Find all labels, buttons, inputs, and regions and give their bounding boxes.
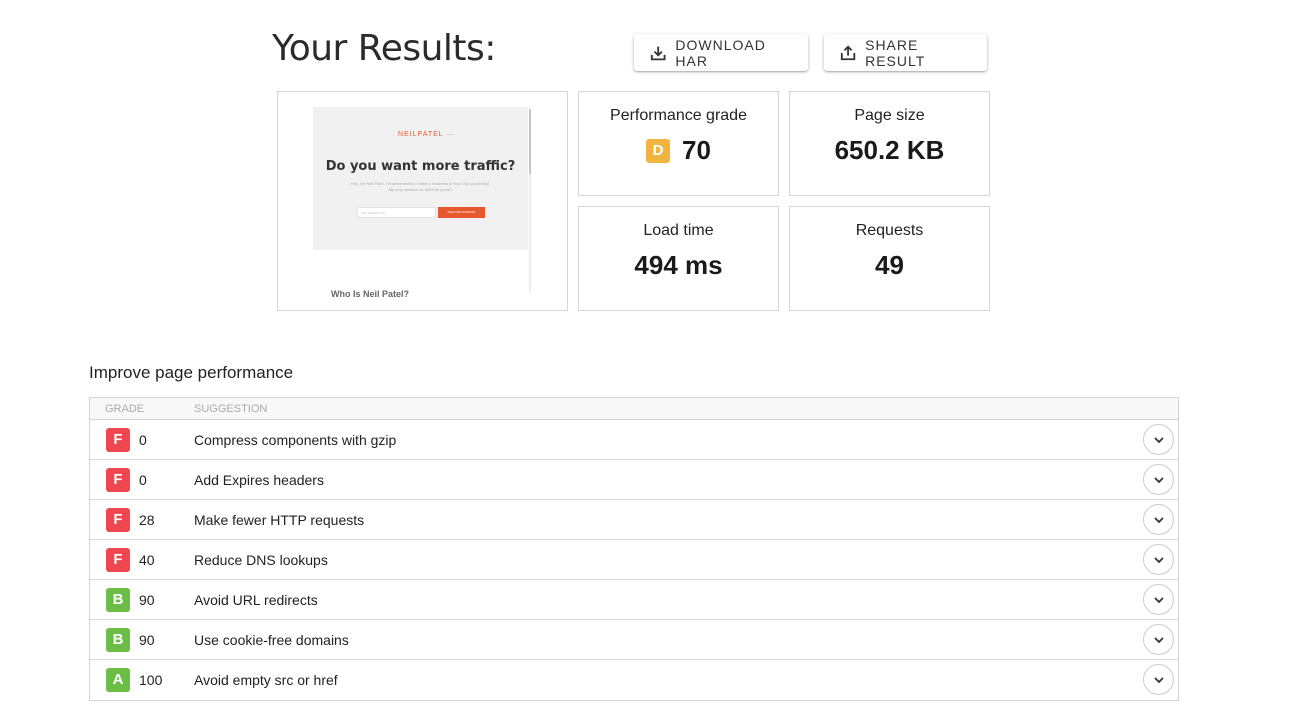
table-header: GRADE SUGGESTION bbox=[90, 398, 1178, 420]
chevron-down-icon bbox=[1153, 596, 1164, 603]
grade-badge: F bbox=[106, 548, 130, 572]
performance-grade-badge: D bbox=[646, 138, 671, 163]
screenshot-headline: Do you want more traffic? bbox=[325, 159, 516, 174]
chevron-down-icon bbox=[1153, 476, 1164, 483]
performance-grade-value: 70 bbox=[682, 135, 711, 165]
expand-row-button[interactable] bbox=[1143, 544, 1174, 575]
grade-score: 100 bbox=[139, 672, 163, 688]
grade-badge: F bbox=[106, 468, 130, 492]
suggestion-text: Make fewer HTTP requests bbox=[194, 512, 365, 528]
section-title: Improve page performance bbox=[89, 363, 294, 382]
grade-badge: B bbox=[106, 628, 130, 652]
load-time-card: Load time 494 ms bbox=[578, 206, 779, 311]
performance-grade-label: Performance grade bbox=[610, 107, 747, 124]
suggestion-column-header: SUGGESTION bbox=[194, 403, 268, 415]
suggestion-text: Compress components with gzip bbox=[194, 432, 397, 448]
grade-score: 0 bbox=[139, 432, 147, 448]
suggestion-text: Add Expires headers bbox=[194, 472, 324, 488]
grade-badge: B bbox=[106, 588, 130, 612]
load-time-value: 494 ms bbox=[634, 250, 723, 280]
expand-row-button[interactable] bbox=[1143, 464, 1174, 495]
suggestion-text: Reduce DNS lookups bbox=[194, 552, 328, 568]
page-size-value: 650.2 KB bbox=[834, 135, 945, 165]
chevron-down-icon bbox=[1153, 436, 1164, 443]
page-screenshot-thumbnail: NEILPATEL — Do you want more traffic? Hey… bbox=[277, 91, 568, 311]
grade-column-header: GRADE bbox=[105, 403, 145, 415]
suggestion-text: Avoid URL redirects bbox=[194, 592, 318, 608]
requests-card: Requests 49 bbox=[789, 206, 990, 311]
suggestions-table: GRADE SUGGESTION F 0 Compress components w… bbox=[89, 397, 1179, 701]
performance-grade-card: Performance grade D 70 bbox=[578, 91, 779, 196]
requests-value: 49 bbox=[875, 250, 904, 280]
screenshot-subtext: Hey, I'm Neil Patel. I'm determined to m… bbox=[351, 181, 490, 192]
table-row[interactable]: F 0 Compress components with gzip bbox=[90, 420, 1178, 460]
chevron-down-icon bbox=[1153, 516, 1164, 523]
screenshot-cta: ANALYZE WEBSITE bbox=[438, 207, 485, 218]
grade-badge: F bbox=[106, 428, 130, 452]
expand-row-button[interactable] bbox=[1143, 424, 1174, 455]
table-row[interactable]: F 0 Add Expires headers bbox=[90, 460, 1178, 500]
page-size-card: Page size 650.2 KB bbox=[789, 91, 990, 196]
table-row[interactable]: B 90 Avoid URL redirects bbox=[90, 580, 1178, 620]
expand-row-button[interactable] bbox=[1143, 664, 1174, 695]
expand-row-button[interactable] bbox=[1143, 584, 1174, 615]
requests-label: Requests bbox=[855, 222, 924, 239]
chevron-down-icon bbox=[1153, 636, 1164, 643]
load-time-label: Load time bbox=[643, 222, 714, 239]
chevron-down-icon bbox=[1153, 556, 1164, 563]
screenshot-scrollbar-thumb bbox=[529, 109, 531, 174]
grade-score: 90 bbox=[139, 592, 155, 608]
grade-score: 90 bbox=[139, 632, 155, 648]
grade-badge: F bbox=[106, 508, 130, 532]
grade-score: 28 bbox=[139, 512, 155, 528]
expand-row-button[interactable] bbox=[1143, 504, 1174, 535]
screenshot-scrollbar-track bbox=[529, 174, 531, 294]
download-har-button[interactable]: DOWNLOAD HAR bbox=[634, 34, 808, 71]
share-icon bbox=[840, 44, 856, 60]
suggestion-text: Avoid empty src or href bbox=[194, 672, 338, 688]
grade-badge: A bbox=[106, 668, 130, 692]
screenshot-url-input: Your Website URL bbox=[357, 207, 436, 218]
screenshot-logo: NEILPATEL — bbox=[398, 131, 455, 138]
download-icon bbox=[650, 46, 666, 60]
grade-score: 40 bbox=[139, 552, 155, 568]
page-size-label: Page size bbox=[854, 107, 925, 124]
screenshot-hero: NEILPATEL — Do you want more traffic? Hey… bbox=[313, 107, 528, 250]
share-result-button[interactable]: SHARE RESULT bbox=[824, 34, 987, 71]
table-row[interactable]: F 28 Make fewer HTTP requests bbox=[90, 500, 1178, 540]
screenshot-footer-text: Who Is Neil Patel? bbox=[331, 289, 410, 299]
download-har-label: DOWNLOAD HAR bbox=[675, 36, 766, 69]
suggestion-text: Use cookie-free domains bbox=[194, 632, 349, 648]
table-row[interactable]: B 90 Use cookie-free domains bbox=[90, 620, 1178, 660]
table-row[interactable]: A 100 Avoid empty src or href bbox=[90, 660, 1178, 700]
grade-score: 0 bbox=[139, 472, 147, 488]
page-title: Your Results: bbox=[272, 28, 496, 69]
table-row[interactable]: F 40 Reduce DNS lookups bbox=[90, 540, 1178, 580]
expand-row-button[interactable] bbox=[1143, 624, 1174, 655]
chevron-down-icon bbox=[1153, 676, 1164, 683]
share-result-label: SHARE RESULT bbox=[865, 36, 926, 69]
